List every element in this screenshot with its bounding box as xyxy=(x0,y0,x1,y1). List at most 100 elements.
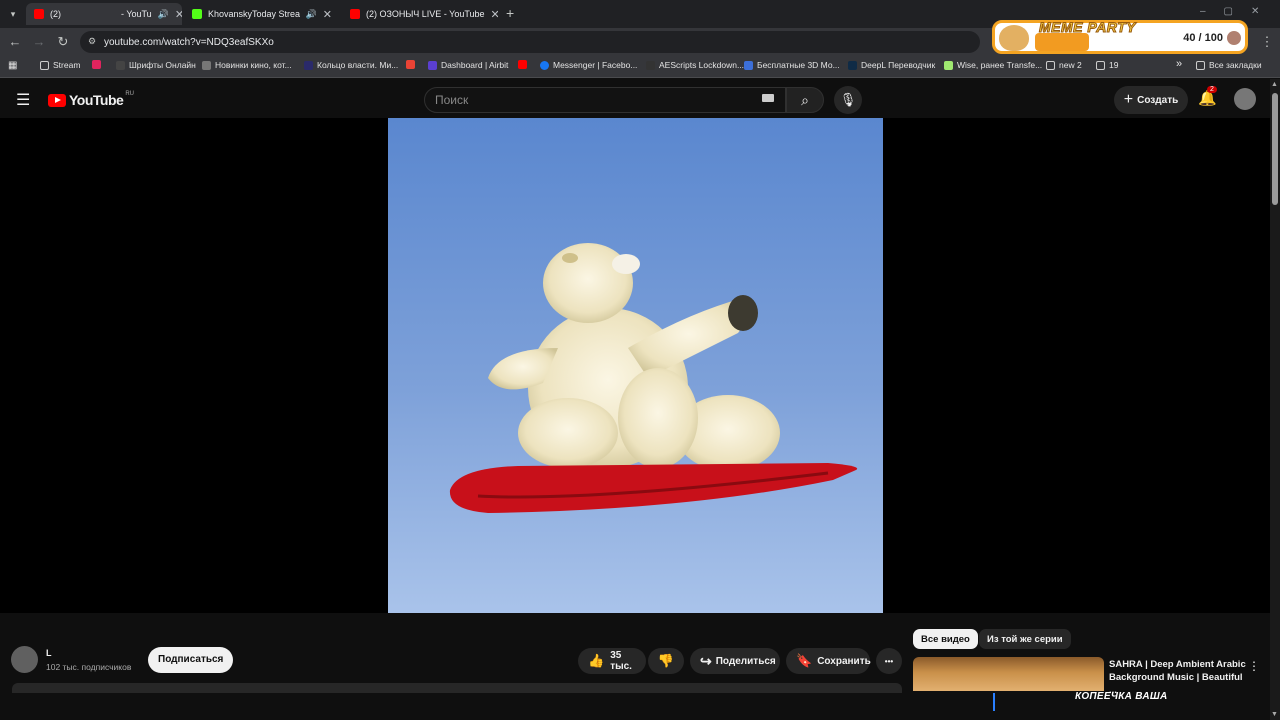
bookmark-rings[interactable]: Кольцо власти. Ми... xyxy=(304,60,398,70)
thumbs-up-icon: 👍 xyxy=(588,653,605,668)
url-text: youtube.com/watch?v=NDQ3eafSKXo xyxy=(104,36,274,48)
voice-search-button[interactable]: 🎙 xyxy=(834,86,862,114)
notifications-button[interactable]: 🔔 2 xyxy=(1198,86,1217,107)
site-info-icon[interactable]: ⚙ xyxy=(88,36,96,47)
bookmarks-overflow-button[interactable]: » xyxy=(1176,58,1182,70)
channel-name[interactable]: L xyxy=(46,648,52,658)
region-label: RU xyxy=(125,91,134,97)
chip-all-videos[interactable]: Все видео xyxy=(913,629,978,649)
youtube-icon xyxy=(518,60,527,69)
close-tab-icon[interactable]: ✕ xyxy=(169,8,182,21)
bookmark-label: 19 xyxy=(1109,60,1119,70)
youtube-logo[interactable]: YouTube RU xyxy=(48,91,134,108)
bookmark-label: Все закладки xyxy=(1209,60,1262,70)
search-input[interactable]: Поиск xyxy=(424,87,786,113)
tab-search-icon[interactable]: ▾ xyxy=(4,5,22,23)
doge-icon xyxy=(999,25,1029,51)
thumbs-down-icon: 👎 xyxy=(657,653,675,668)
bookmark-19[interactable]: 19 xyxy=(1096,60,1118,70)
bookmark-youtube[interactable] xyxy=(518,60,531,69)
more-actions-button[interactable]: ••• xyxy=(876,648,902,674)
film-icon xyxy=(202,60,211,70)
close-tab-icon[interactable]: ✕ xyxy=(485,8,498,21)
youtube-header: ☰ YouTube RU Поиск ⌕ 🎙 + Создать 🔔 2 xyxy=(0,79,1270,119)
recommended-video-thumbnail[interactable] xyxy=(913,657,1104,691)
bookmark-new2[interactable]: new 2 xyxy=(1046,60,1082,70)
tab-label: KhovanskyToday Stream - V xyxy=(208,9,300,19)
facebook-icon xyxy=(540,60,549,70)
window-controls[interactable]: –▢✕ xyxy=(1200,6,1277,17)
scrollbar-thumb[interactable] xyxy=(1272,93,1278,205)
overlay-marker xyxy=(993,693,995,711)
meme-party-widget: MEME PARTY 40 / 100 xyxy=(992,19,1248,54)
notification-badge: 2 xyxy=(1207,86,1217,93)
bookmark-stream[interactable]: Stream xyxy=(40,60,80,70)
scroll-up-arrow-icon[interactable]: ▲ xyxy=(1271,81,1278,88)
hamburger-menu-icon[interactable]: ☰ xyxy=(16,90,30,110)
channel-avatar[interactable] xyxy=(11,646,38,673)
bookmark-fonts[interactable]: Шрифты Онлайн xyxy=(116,60,196,70)
bookmark-label: DeepL Переводчик xyxy=(861,60,936,70)
tab-khovansky[interactable]: KhovanskyToday Stream - V 🔊 ✕ xyxy=(184,3,340,25)
menu-kebab-icon[interactable]: ⋮ xyxy=(1258,33,1276,51)
share-button[interactable]: ↪ Поделиться xyxy=(690,648,780,674)
bookmark-aescripts[interactable]: AEScripts Lockdown... xyxy=(646,60,744,70)
bookmark-messenger[interactable]: Messenger | Facebo... xyxy=(540,60,637,70)
bookmark-label: Wise, ранее Transfe... xyxy=(957,60,1043,70)
bookmark-airbit[interactable]: Dashboard | Airbit xyxy=(428,60,508,70)
bookmark-gmail[interactable] xyxy=(406,60,419,69)
more-icon: ••• xyxy=(884,656,894,666)
video-player[interactable] xyxy=(0,118,1270,613)
bookmark-icon: 🔖 xyxy=(796,653,813,668)
speaker-icon[interactable]: 🔊 xyxy=(158,9,169,20)
plus-icon: + xyxy=(1123,91,1134,108)
font-icon xyxy=(116,60,125,70)
keyboard-icon[interactable] xyxy=(762,94,774,102)
new-tab-button[interactable]: + xyxy=(506,5,514,21)
folder-icon xyxy=(40,60,49,70)
kick-favicon-icon xyxy=(192,9,202,19)
forward-icon[interactable]: → xyxy=(30,33,48,51)
live-icon xyxy=(92,60,101,69)
recommended-more-icon[interactable]: ⋮ xyxy=(1248,659,1260,673)
ae-icon xyxy=(646,60,655,70)
bookmark-wise[interactable]: Wise, ранее Transfe... xyxy=(944,60,1042,70)
meme-progress-bar xyxy=(1035,33,1089,51)
all-bookmarks[interactable]: Все закладки xyxy=(1196,60,1262,70)
dislike-button[interactable]: 👎 xyxy=(648,648,684,674)
speaker-icon[interactable]: 🔊 xyxy=(306,9,317,20)
wise-icon xyxy=(944,60,953,70)
scroll-down-arrow-icon[interactable]: ▼ xyxy=(1271,711,1278,718)
bookmark-label: Stream xyxy=(53,60,81,70)
page-scrollbar[interactable]: ▲ ▼ xyxy=(1270,79,1280,720)
chip-same-series[interactable]: Из той же серии xyxy=(979,629,1071,649)
meme-count: 40 / 100 xyxy=(1183,32,1223,44)
create-button[interactable]: + Создать xyxy=(1114,86,1188,114)
bookmark-film[interactable]: Новинки кино, кот... xyxy=(202,60,292,70)
like-count: 35 тыс. xyxy=(610,650,632,672)
search-button[interactable]: ⌕ xyxy=(786,87,824,113)
folder-icon xyxy=(1046,60,1055,70)
tab-ozonych[interactable]: (2) ОЗОНЫЧ LIVE - YouTube ✕ xyxy=(342,3,498,25)
tab-youtube-active[interactable]: (2) - YouTu 🔊 ✕ xyxy=(26,3,182,25)
back-icon[interactable]: ← xyxy=(6,33,24,51)
bookmark-label: Новинки кино, кот... xyxy=(215,60,292,70)
video-frame[interactable] xyxy=(388,118,883,613)
address-bar[interactable]: ⚙ youtube.com/watch?v=NDQ3eafSKXo xyxy=(80,31,980,53)
close-tab-icon[interactable]: ✕ xyxy=(317,8,332,21)
bookmark-deepl[interactable]: DeepL Переводчик xyxy=(848,60,935,70)
bookmark-3d[interactable]: Бесплатные 3D Мо... xyxy=(744,60,840,70)
apps-grid-icon[interactable]: ▦ xyxy=(8,60,17,71)
bookmarks-bar: ▦ Stream Шрифты Онлайн Новинки кино, кот… xyxy=(0,56,1280,78)
description-box[interactable] xyxy=(12,683,902,693)
bookmark-label: new 2 xyxy=(1059,60,1082,70)
bookmark-live[interactable] xyxy=(92,60,105,69)
reload-icon[interactable]: ↻ xyxy=(54,33,72,51)
subscribe-button[interactable]: Подписаться xyxy=(148,647,234,673)
bookmark-label: Dashboard | Airbit xyxy=(441,60,509,70)
avatar[interactable] xyxy=(1234,88,1256,110)
like-button[interactable]: 👍 35 тыс. xyxy=(578,648,646,674)
meme-title: MEME PARTY xyxy=(1038,19,1137,36)
gmail-icon xyxy=(406,60,415,69)
save-button[interactable]: 🔖 Сохранить xyxy=(786,648,871,674)
